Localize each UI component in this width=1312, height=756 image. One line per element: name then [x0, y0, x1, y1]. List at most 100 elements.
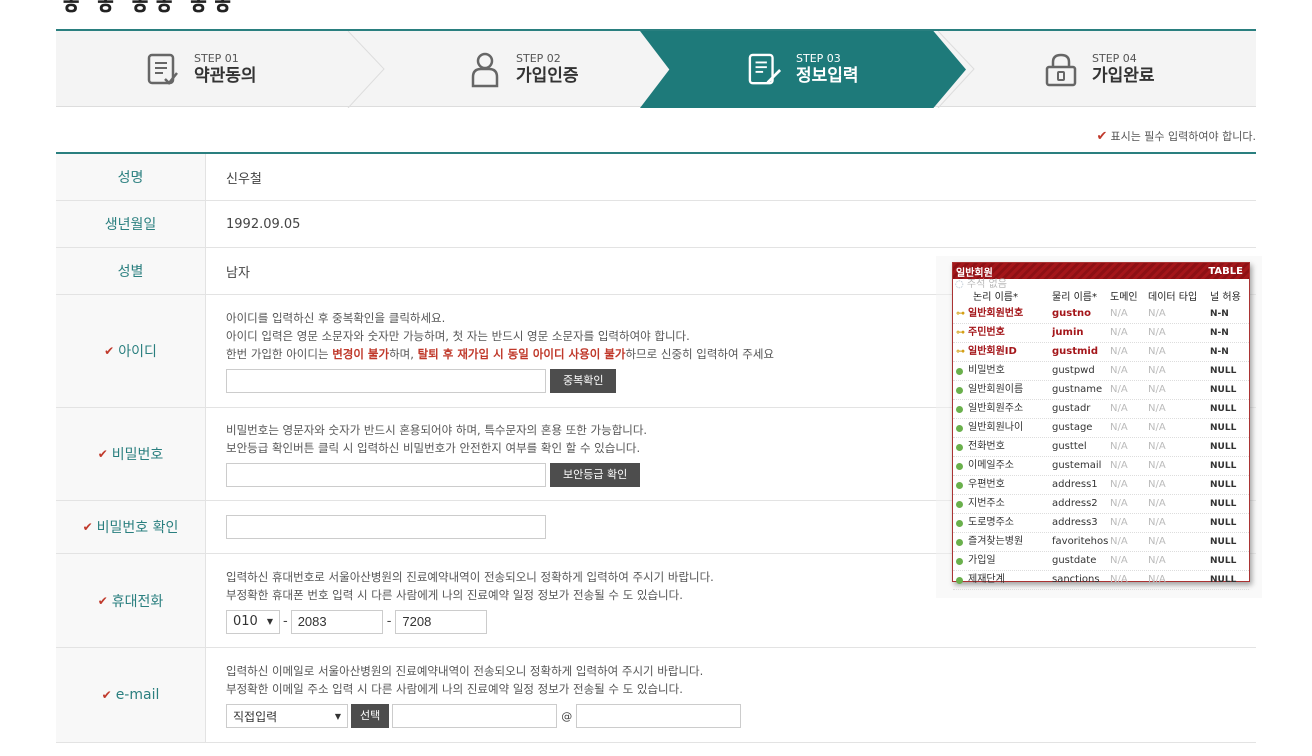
- id-duplicate-check-button[interactable]: 중복확인: [550, 369, 617, 393]
- name-label: 성명: [56, 154, 206, 200]
- column-dot-icon: [956, 386, 963, 394]
- step-1: STEP 01 약관동의: [146, 31, 257, 108]
- required-check-icon: ✔: [101, 688, 112, 702]
- phone-prefix-select[interactable]: 010 ▼: [226, 609, 280, 634]
- email-label-text: e-mail: [115, 687, 160, 703]
- erd-row: 일반회원주소 gustadr N/A N/A NULL: [953, 400, 1249, 419]
- erd-row: 일반회원나이 gustage N/A N/A NULL: [953, 419, 1249, 438]
- erd-row: 비밀번호 gustpwd N/A N/A NULL: [953, 362, 1249, 381]
- erd-row: ⊶ 일반회원ID gustmid N/A N/A N-N: [953, 343, 1249, 362]
- id-input[interactable]: [226, 369, 546, 393]
- column-dot-icon: [956, 462, 963, 470]
- erd-row: 도로명주소 address3 N/A N/A NULL: [953, 514, 1249, 533]
- step-4: STEP 04 가입완료: [1044, 31, 1155, 108]
- document-check-icon: [146, 53, 180, 87]
- row-email: ✔ e-mail 입력하신 이메일로 서울아산병원의 진료예약내역이 전송되오니 …: [56, 648, 1256, 743]
- step-separator: [347, 31, 385, 108]
- birth-label: 생년월일: [56, 201, 206, 247]
- erd-row: 제재단계 sanctions N/A N/A NULL: [953, 571, 1249, 590]
- email-id-input[interactable]: [392, 704, 558, 728]
- phone-middle-input[interactable]: [290, 609, 383, 634]
- step-4-name: 가입완료: [1092, 66, 1155, 86]
- column-dot-icon: [956, 367, 963, 375]
- erd-table-type: TABLE: [1208, 265, 1243, 277]
- step-1-name: 약관동의: [194, 66, 257, 86]
- erd-comment: ◌ 주석 없음: [955, 279, 1007, 290]
- phone-dash: -: [283, 614, 288, 629]
- step-1-num: STEP 01: [194, 52, 239, 65]
- step-3-name: 정보입력: [796, 66, 859, 86]
- user-icon: [468, 52, 502, 87]
- required-check-icon: ✔: [97, 447, 108, 461]
- erd-row: ⊶ 일반회원번호 gustno N/A N/A N-N: [953, 305, 1249, 324]
- erd-header-physical: 물리 이름*: [1052, 292, 1097, 303]
- gender-label: 성별: [56, 248, 206, 294]
- erd-row: 일반회원이름 gustname N/A N/A NULL: [953, 381, 1249, 400]
- phone-dash: -: [386, 614, 392, 629]
- erd-header-datatype: 데이터 타입: [1148, 292, 1198, 303]
- required-check-icon: ✔: [97, 593, 108, 608]
- password-confirm-input[interactable]: [226, 515, 546, 539]
- required-check-icon: ✔: [104, 344, 115, 358]
- column-dot-icon: [956, 519, 963, 527]
- erd-title-bar: 일반회원 TABLE: [953, 263, 1249, 279]
- dropdown-arrow-icon: ▼: [266, 617, 273, 626]
- security-level-check-button[interactable]: 보안등급 확인: [550, 463, 641, 487]
- required-note-text: 표시는 필수 입력하여야 합니다.: [1110, 130, 1256, 143]
- erd-table-popup[interactable]: 일반회원 TABLE ◌ 주석 없음 논리 이름* 물리 이름* 도메인 데이터 …: [952, 262, 1250, 590]
- erd-row: 즐겨찾는병원 favoritehos N/A N/A NULL: [953, 533, 1249, 552]
- step-4-num: STEP 04: [1092, 52, 1137, 65]
- email-select-button[interactable]: 선택: [351, 704, 390, 728]
- email-label: ✔ e-mail: [56, 648, 206, 742]
- erd-rows: ⊶ 일반회원번호 gustno N/A N/A N-N ⊶ 주민번호 jumin N/A N/A N-…: [953, 305, 1249, 590]
- column-dot-icon: [956, 424, 963, 432]
- phone-last-input[interactable]: [395, 609, 488, 634]
- password-label-text: 비밀번호: [111, 447, 164, 463]
- at-sign: @: [561, 709, 573, 723]
- email-desc-2: 부정확한 이메일 주소 입력 시 다른 사람에게 나의 진료예약 일정 정보가 …: [226, 682, 683, 696]
- required-note: ✔ 표시는 필수 입력하여야 합니다.: [1097, 128, 1256, 144]
- phone-label: ✔ 휴대전화: [56, 554, 206, 647]
- phone-label-text: 휴대전화: [111, 593, 164, 610]
- erd-row: 우편번호 address1 N/A N/A NULL: [953, 476, 1249, 495]
- erd-row: 이메일주소 gustemail N/A N/A NULL: [953, 457, 1249, 476]
- step-progress-bar: STEP 01 약관동의 STEP 02 가입인증 STEP 03 정보입력 STEP…: [56, 29, 1256, 108]
- password-confirm-label-text: 비밀번호 확인: [96, 520, 179, 536]
- column-dot-icon: [956, 443, 963, 451]
- check-icon: ✔: [1096, 129, 1108, 144]
- step-2-num: STEP 02: [516, 52, 561, 65]
- email-domain-input[interactable]: [576, 704, 742, 728]
- erd-header-domain: 도메인: [1110, 292, 1138, 303]
- row-birth: 생년월일 1992.09.05: [56, 201, 1256, 248]
- column-dot-icon: [956, 576, 963, 584]
- erd-table-name: 일반회원: [956, 267, 993, 279]
- key-icon: ⊶: [956, 328, 965, 338]
- document-edit-icon: [748, 53, 782, 87]
- erd-row: 전화번호 gusttel N/A N/A NULL: [953, 438, 1249, 457]
- id-label: ✔ 아이디: [56, 295, 206, 407]
- erd-row: 가입일 gustdate N/A N/A NULL: [953, 552, 1249, 571]
- name-value: 신우철: [226, 171, 262, 187]
- erd-header-logical: 논리 이름*: [973, 292, 1018, 303]
- step-2-name: 가입인증: [516, 66, 579, 86]
- column-dot-icon: [956, 405, 963, 413]
- dropdown-arrow-icon: ▼: [334, 711, 341, 721]
- column-dot-icon: [956, 500, 963, 508]
- key-icon: ⊶: [956, 309, 965, 319]
- step-3-current: STEP 03 정보입력: [748, 31, 859, 108]
- key-icon: ⊶: [956, 347, 965, 357]
- erd-column-headers: 논리 이름* 물리 이름* 도메인 데이터 타입 널 허용: [953, 291, 1249, 305]
- erd-header-nullable: 널 허용: [1210, 292, 1241, 303]
- email-domain-select[interactable]: 직접입력 ▼: [226, 704, 348, 728]
- id-label-text: 아이디: [118, 344, 157, 360]
- email-desc-1: 입력하신 이메일로 서울아산병원의 진료예약내역이 전송되오니 정확하게 입력하…: [226, 664, 704, 678]
- password-input[interactable]: [226, 463, 546, 487]
- erd-row: ⊶ 주민번호 jumin N/A N/A N-N: [953, 324, 1249, 343]
- comment-icon: ◌: [955, 279, 964, 290]
- erd-row: 지번주소 address2 N/A N/A NULL: [953, 495, 1249, 514]
- column-dot-icon: [956, 557, 963, 565]
- step-3-num: STEP 03: [796, 52, 841, 65]
- birth-value: 1992.09.05: [226, 216, 301, 232]
- password-confirm-label: ✔ 비밀번호 확인: [56, 501, 206, 553]
- column-dot-icon: [956, 538, 963, 546]
